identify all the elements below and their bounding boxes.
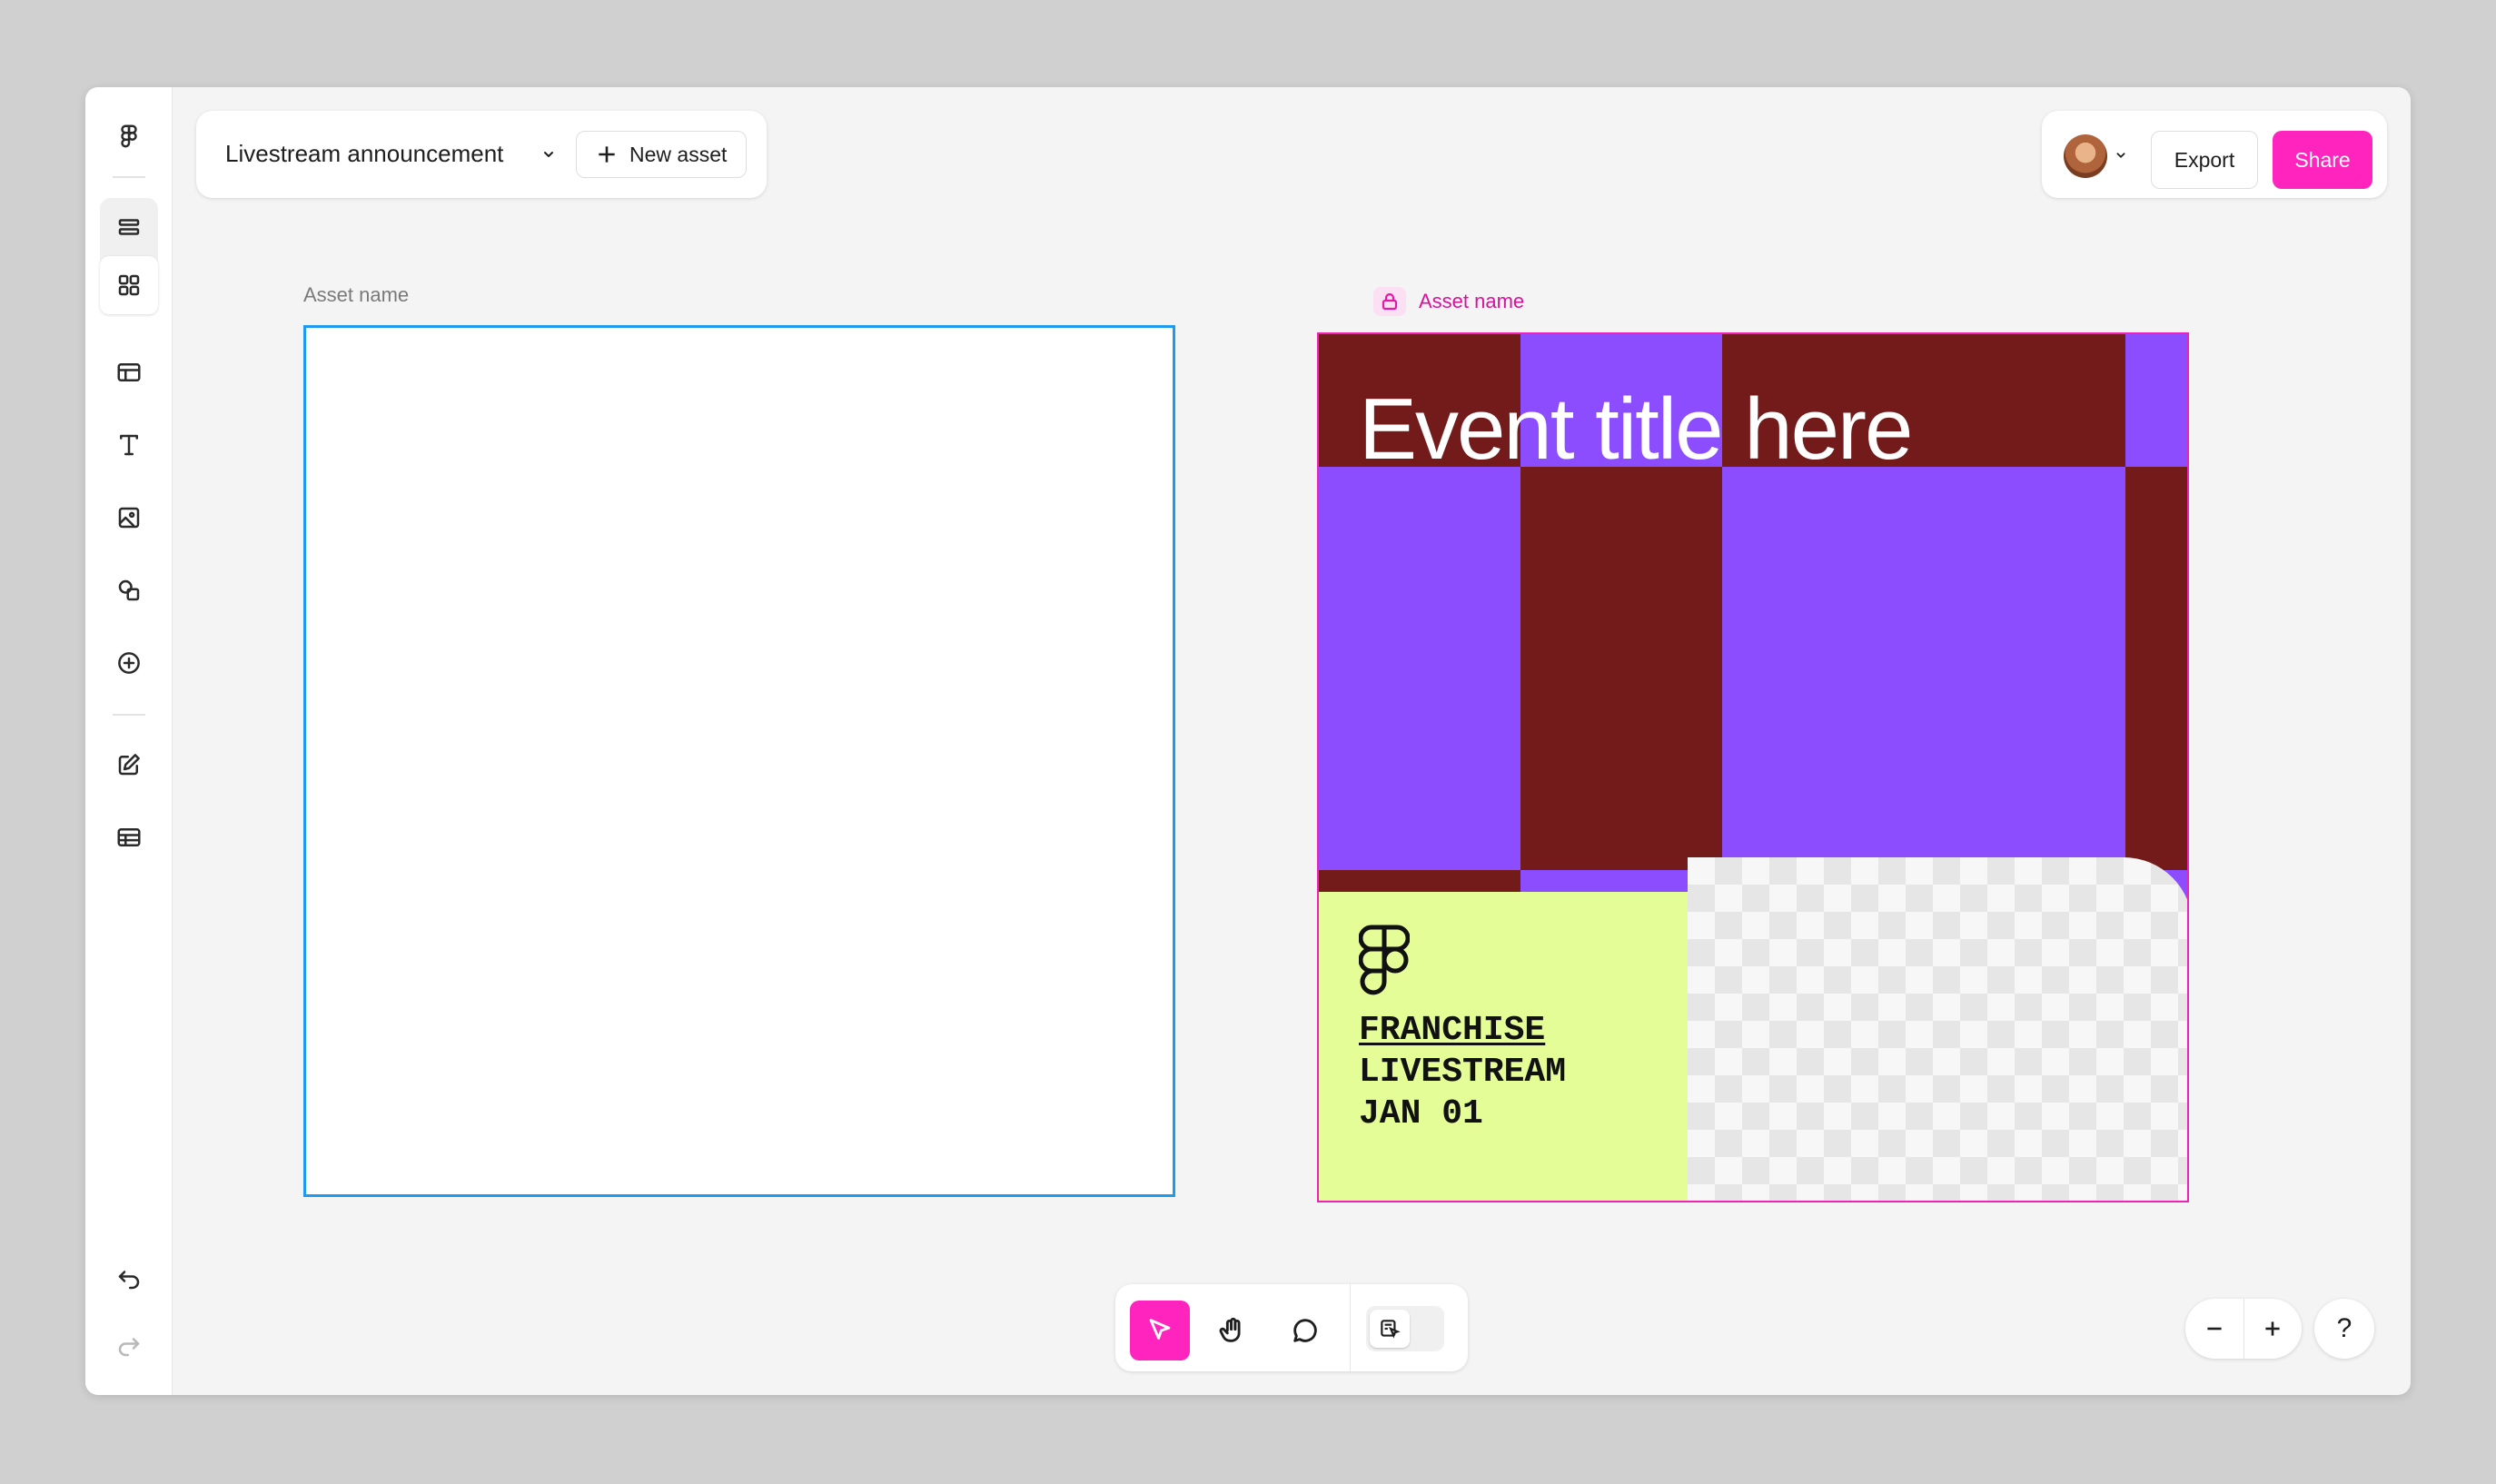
brand-line: LIVESTREAM: [1359, 1053, 1567, 1092]
pointer-icon: [1149, 1319, 1171, 1340]
chevron-down-icon[interactable]: [2113, 147, 2129, 163]
zoom-out-button[interactable]: [2185, 1299, 2243, 1359]
minus-icon: [2207, 1327, 2222, 1331]
asset-frame-template[interactable]: Event title here FRANCHISE LIVESTREAM JA…: [1317, 332, 2189, 1202]
grid-block: [1319, 467, 1520, 870]
event-title[interactable]: Event title here: [1359, 380, 1913, 480]
asset-frame-empty[interactable]: [303, 325, 1175, 1197]
document-header: Livestream announcement New asset: [196, 111, 767, 198]
layout-icon[interactable]: [100, 343, 158, 401]
lock-icon[interactable]: [1373, 287, 1406, 316]
layers-icon[interactable]: [100, 198, 158, 256]
grid-block: [2125, 467, 2187, 870]
new-asset-label: New asset: [629, 142, 728, 166]
image-icon[interactable]: [100, 489, 158, 547]
view-toggle-group: [100, 198, 158, 314]
mode-toggle-icon: [1370, 1310, 1410, 1348]
left-sidebar: [85, 87, 173, 1395]
image-placeholder[interactable]: [1688, 857, 2187, 1201]
edit-icon[interactable]: [100, 736, 158, 794]
export-button[interactable]: Export: [2151, 131, 2258, 189]
plus-icon: [2265, 1321, 2280, 1336]
figma-logo-icon: [1359, 925, 1410, 995]
grid-block: [1520, 467, 1722, 870]
comment-icon: [1293, 1319, 1317, 1342]
new-asset-button[interactable]: New asset: [576, 131, 747, 178]
asset-name-label[interactable]: Asset name: [303, 283, 409, 307]
avatar[interactable]: [2064, 134, 2107, 178]
brand-line: JAN 01: [1359, 1094, 1483, 1133]
help-button[interactable]: ?: [2314, 1299, 2374, 1359]
share-button[interactable]: Share: [2273, 131, 2372, 189]
brand-line: FRANCHISE: [1359, 1011, 1546, 1050]
figma-logo-icon[interactable]: [100, 107, 158, 165]
toolbar-divider: [1350, 1284, 1351, 1371]
pointer-tool[interactable]: [1130, 1301, 1190, 1360]
share-header: Export Share: [2042, 111, 2387, 198]
bottom-toolbar: [1115, 1284, 1468, 1371]
plus-icon: [599, 146, 615, 163]
grid-block: [1722, 467, 2125, 870]
plus-circle-icon[interactable]: [100, 634, 158, 692]
brand-panel[interactable]: FRANCHISE LIVESTREAM JAN 01: [1319, 892, 1688, 1201]
asset-name-label: Asset name: [1419, 290, 1525, 312]
document-title[interactable]: Livestream announcement: [225, 140, 503, 168]
mode-toggle[interactable]: [1366, 1306, 1444, 1351]
text-icon[interactable]: [100, 416, 158, 474]
rail-divider: [113, 176, 145, 178]
redo-icon[interactable]: [100, 1317, 158, 1375]
hand-icon: [1219, 1317, 1241, 1342]
undo-icon[interactable]: [100, 1250, 158, 1308]
rail-divider: [113, 714, 145, 716]
grid-block: [2125, 334, 2187, 467]
locked-asset-header[interactable]: Asset name: [1373, 287, 1524, 316]
brand-text-block[interactable]: FRANCHISE LIVESTREAM JAN 01: [1359, 1010, 1566, 1135]
hand-tool[interactable]: [1203, 1301, 1263, 1360]
app-window: Livestream announcement New asset Export…: [85, 87, 2411, 1395]
table-icon[interactable]: [100, 808, 158, 866]
grid-icon[interactable]: [100, 256, 158, 314]
zoom-controls: [2185, 1299, 2302, 1359]
zoom-in-button[interactable]: [2243, 1299, 2302, 1359]
shapes-icon[interactable]: [100, 561, 158, 619]
comment-tool[interactable]: [1275, 1301, 1335, 1360]
chevron-down-icon[interactable]: [540, 145, 558, 163]
